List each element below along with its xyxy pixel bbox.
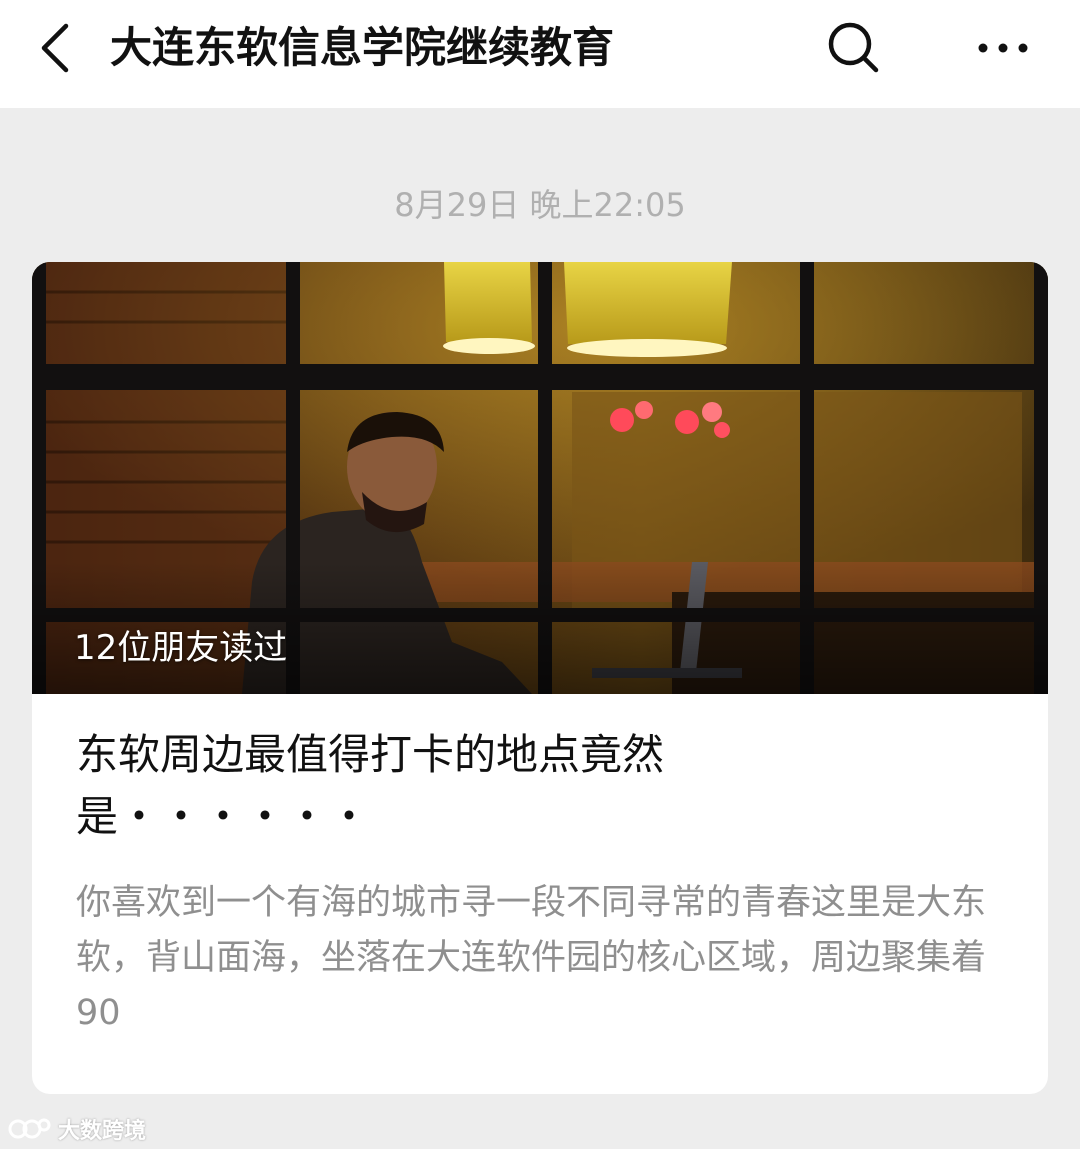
watermark-text: 大数跨境 bbox=[58, 1119, 147, 1144]
article-headline[interactable]: 东软周边最值得打卡的地点竟然是・・・・・・ bbox=[76, 724, 956, 848]
back-button[interactable] bbox=[26, 18, 86, 78]
message-timestamp: 8月29日 晚上22:05 bbox=[394, 186, 686, 224]
friends-read-count: 12位朋友读过 bbox=[74, 628, 288, 668]
article-summary: 你喜欢到一个有海的城市寻一段不同寻常的青春这里是大东软，背山面海，坐落在大连软件… bbox=[76, 883, 987, 1033]
article-card[interactable]: 12位朋友读过 东软周边最值得打卡的地点竟然是・・・・・・ 你喜欢到一个有海的城… bbox=[32, 262, 1048, 1094]
more-button[interactable] bbox=[968, 20, 1038, 76]
back-chevron-icon bbox=[41, 23, 69, 73]
search-button[interactable] bbox=[822, 16, 886, 80]
top-bar: 大连东软信息学院继续教育 bbox=[0, 0, 1080, 108]
more-dots-icon bbox=[978, 43, 1028, 53]
watermark: 大数跨境 bbox=[8, 1112, 146, 1146]
watermark-logo-icon bbox=[8, 1118, 51, 1139]
cover-image: 12位朋友读过 bbox=[32, 262, 1048, 694]
page-title: 大连东软信息学院继续教育 bbox=[110, 23, 615, 72]
search-icon bbox=[828, 22, 879, 73]
